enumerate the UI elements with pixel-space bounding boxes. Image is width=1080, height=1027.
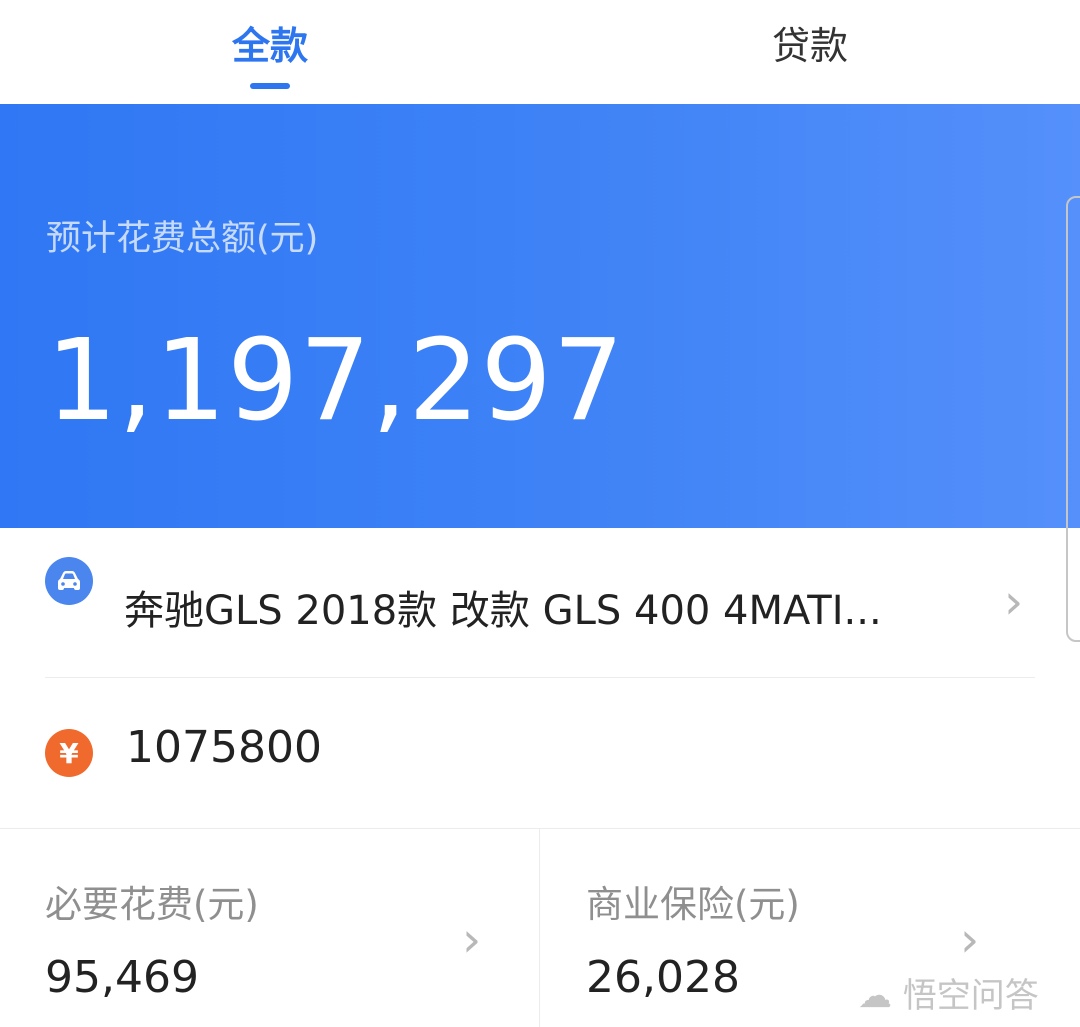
commercial-insurance-label: 商业保险(元) [586,883,800,926]
divider [45,677,1035,678]
tab-full-payment-label: 全款 [231,24,308,68]
total-cost-banner: 预计花费总额(元) 1,197,297 [0,104,1080,528]
yen-icon: ¥ [45,729,93,777]
watermark: ☁ 悟空问答 [858,968,1039,1017]
watermark-text: 悟空问答 [902,976,1039,1016]
tab-loan[interactable]: 贷款 [540,0,1080,104]
commercial-insurance-value: 26,028 [586,952,740,1003]
total-cost-label: 预计花费总额(元) [46,219,319,259]
watermark-logo-icon: ☁ [858,976,892,1016]
chevron-right-icon: › [462,912,482,968]
car-model-title: 奔驰GLS 2018款 改款 GLS 400 4MATI... [124,588,882,634]
necessary-cost-value: 95,469 [45,952,199,1003]
car-icon [45,557,93,605]
divider [0,828,1080,829]
side-scroll-handle[interactable] [1066,196,1080,642]
chevron-right-icon: › [960,912,980,968]
total-cost-amount: 1,197,297 [46,316,626,446]
tab-bar: 全款 贷款 [0,0,1080,104]
vertical-divider [539,829,540,1027]
necessary-cost-label: 必要花费(元) [45,883,259,926]
chevron-right-icon: › [1004,574,1024,630]
car-price-value[interactable]: 1075800 [126,722,322,773]
active-tab-indicator [250,83,290,89]
tab-loan-label: 贷款 [771,24,848,68]
